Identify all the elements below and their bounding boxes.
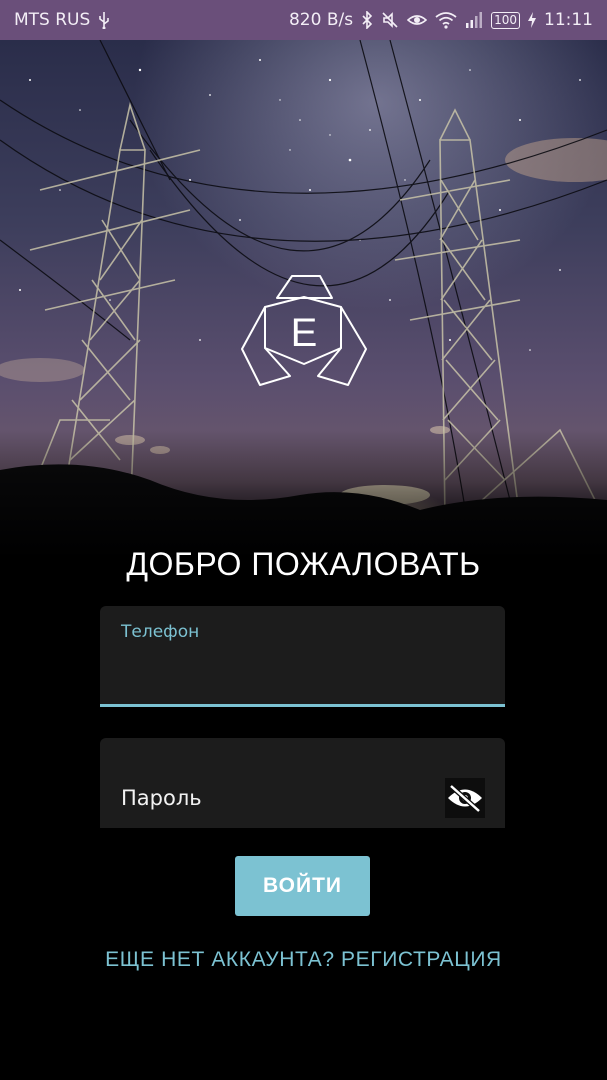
password-field[interactable]: Пароль	[100, 738, 505, 828]
status-bar: MTS RUS 820 B/s 100 11:11	[0, 0, 607, 40]
register-link[interactable]: ЕЩЕ НЕТ АККАУНТА? РЕГИСТРАЦИЯ	[0, 948, 607, 972]
password-field-label: Пароль	[121, 786, 202, 810]
welcome-title: ДОБРО ПОЖАЛОВАТЬ	[126, 546, 481, 582]
phone-field-label: Телефон	[121, 622, 200, 642]
mute-icon	[381, 10, 399, 30]
usb-icon	[98, 10, 110, 30]
phone-field[interactable]: Телефон	[100, 606, 505, 707]
eye-comfort-icon	[407, 10, 428, 30]
battery-icon: 100	[491, 11, 520, 29]
network-speed: 820 B/s	[288, 10, 354, 30]
battery-level: 100	[494, 12, 517, 27]
clock: 11:11	[544, 10, 593, 30]
bluetooth-icon	[361, 10, 373, 30]
charging-icon	[528, 10, 536, 30]
login-button[interactable]: ВОЙТИ	[235, 856, 370, 916]
app-logo: E	[240, 270, 368, 394]
logo-letter: E	[291, 311, 318, 355]
wifi-icon	[435, 10, 457, 30]
carrier-label: MTS RUS	[14, 10, 91, 30]
signal-icon	[465, 10, 483, 30]
eye-off-icon[interactable]	[445, 778, 485, 818]
